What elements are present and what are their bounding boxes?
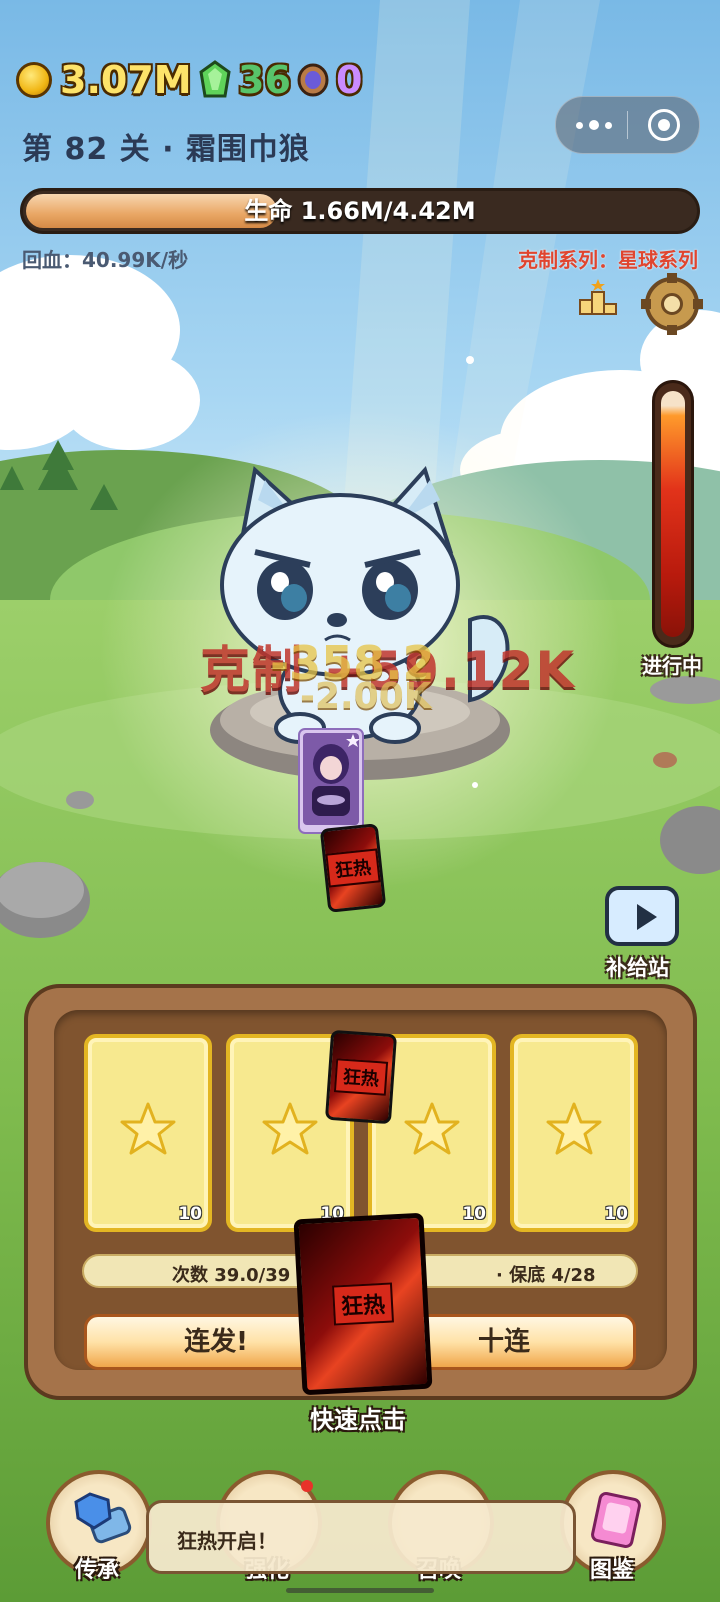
fever-card-flying: 狂热 <box>324 1029 398 1125</box>
gold-counter[interactable]: 3.07M <box>16 58 192 102</box>
more-menu-icon[interactable] <box>576 112 612 138</box>
home-indicator <box>286 1588 434 1593</box>
close-miniprogram-icon[interactable] <box>648 109 680 141</box>
stage-title: 第 82 关 · 霜围巾狼 <box>22 132 310 167</box>
star-icon <box>120 1102 176 1155</box>
token-counter[interactable]: 0 <box>296 58 362 102</box>
token-amount: 0 <box>336 58 363 102</box>
boss-hp-text: 生命 1.66M/4.42M <box>244 197 476 225</box>
nav-legacy-label: 传承 <box>75 1558 120 1583</box>
pink-book-icon <box>591 1491 641 1549</box>
boss-hp-bar: 生命 1.66M/4.42M <box>20 188 700 234</box>
counter-series-text: 克制系列：星球系列 <box>518 248 698 272</box>
fever-progress-gauge <box>652 380 694 648</box>
supply-station-play-button[interactable] <box>605 886 679 946</box>
toast-text: 狂热开启！ <box>177 1529 277 1553</box>
draw-slot-card[interactable]: 10 <box>84 1034 212 1232</box>
fever-card-big[interactable]: 狂热 <box>293 1212 433 1396</box>
notification-dot <box>301 1480 313 1492</box>
hp-regen-text: 回血：40.99K/秒 <box>22 248 189 272</box>
ranking-podium-icon[interactable] <box>577 278 619 318</box>
star-icon <box>404 1102 460 1155</box>
damage-popup: -2.00K <box>300 676 432 717</box>
hero-card[interactable] <box>298 728 364 834</box>
fever-start-toast: 狂热开启！ <box>146 1500 576 1574</box>
progress-status-label: 进行中 <box>642 654 702 678</box>
mini-program-capsule <box>555 96 700 154</box>
supply-station-label: 补给站 <box>606 956 669 980</box>
settings-gear-icon[interactable] <box>641 273 703 335</box>
green-crystal-icon <box>199 60 231 98</box>
fever-progress-fill <box>661 391 685 637</box>
gem-amount: 36 <box>238 58 291 102</box>
nav-codex-label: 图鉴 <box>590 1558 635 1583</box>
star-icon <box>262 1102 318 1155</box>
star-icon <box>546 1102 602 1155</box>
quick-tap-hint: 快速点击 <box>310 1406 406 1434</box>
purple-token-icon <box>297 63 329 97</box>
gem-counter[interactable]: 36 <box>198 58 291 102</box>
coin-icon <box>16 62 52 98</box>
pity-count-text: · 保底 4/28 <box>496 1265 596 1286</box>
crystal-scroll-icon <box>74 1492 132 1544</box>
draw-count-text: 次数 39.0/39 <box>172 1265 291 1286</box>
draw-slot-card[interactable]: 10 <box>510 1034 638 1232</box>
gold-amount: 3.07M <box>60 58 192 102</box>
fever-card-flying: 狂热 <box>319 823 387 913</box>
